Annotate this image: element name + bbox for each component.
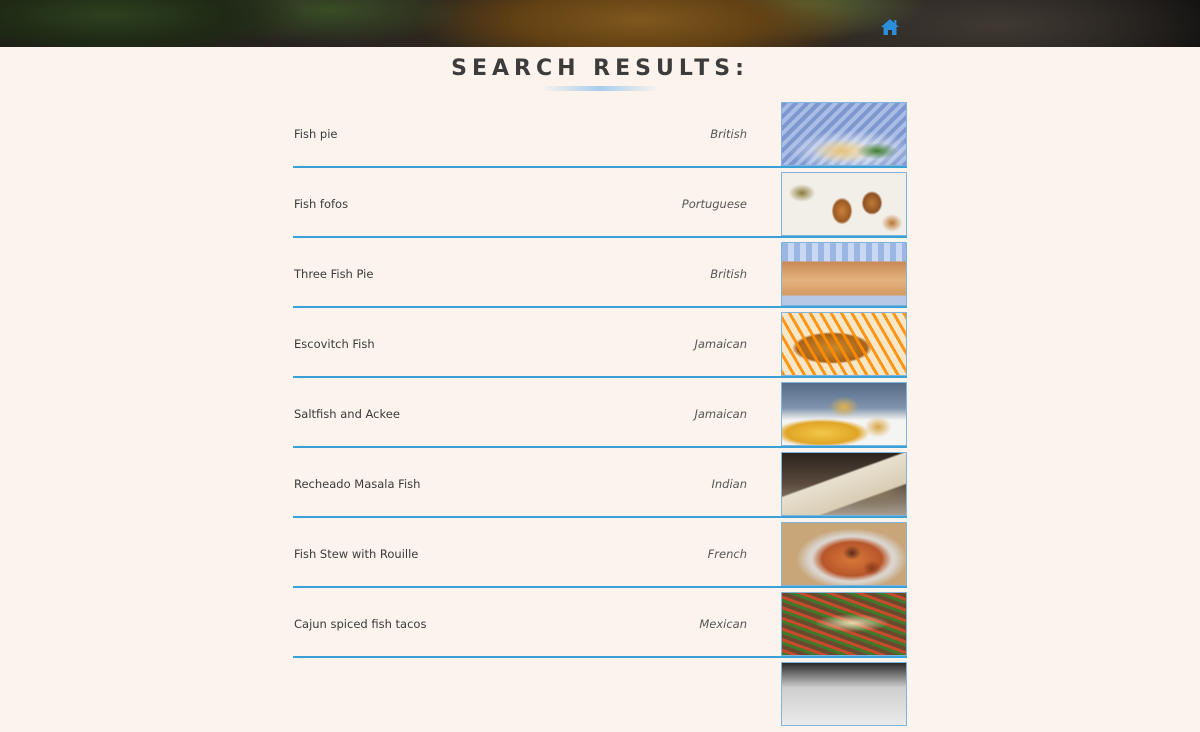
result-item[interactable]: Cajun spiced fish tacos Mexican	[293, 592, 907, 662]
recipe-thumbnail[interactable]	[781, 242, 907, 306]
search-results-list: Fish pie British Fish fofos Portuguese T…	[293, 102, 907, 732]
title-underline	[540, 86, 660, 91]
result-item[interactable]: Recheado Masala Fish Indian	[293, 452, 907, 522]
recipe-cuisine: Indian	[711, 477, 747, 491]
recipe-thumbnail[interactable]	[781, 452, 907, 516]
recipe-name[interactable]: Saltfish and Ackee	[294, 407, 400, 421]
recipe-thumbnail[interactable]	[781, 172, 907, 236]
recipe-thumbnail[interactable]	[781, 102, 907, 166]
recipe-thumbnail[interactable]	[781, 522, 907, 586]
recipe-thumbnail[interactable]	[781, 592, 907, 656]
recipe-name[interactable]: Cajun spiced fish tacos	[294, 617, 426, 631]
header-banner	[0, 0, 1200, 47]
result-item[interactable]: Fish pie British	[293, 102, 907, 172]
recipe-name[interactable]: Escovitch Fish	[294, 337, 375, 351]
result-item[interactable]: Fish fofos Portuguese	[293, 172, 907, 242]
home-icon[interactable]	[880, 18, 900, 36]
recipe-cuisine: Jamaican	[694, 407, 747, 421]
result-item[interactable]: Three Fish Pie British	[293, 242, 907, 312]
recipe-cuisine: Mexican	[699, 617, 747, 631]
recipe-cuisine: British	[710, 267, 747, 281]
recipe-cuisine: Jamaican	[694, 337, 747, 351]
recipe-cuisine: British	[710, 127, 747, 141]
recipe-name[interactable]: Fish pie	[294, 127, 337, 141]
result-item[interactable]: Fish Stew with Rouille French	[293, 522, 907, 592]
recipe-thumbnail[interactable]	[781, 382, 907, 446]
result-item[interactable]: Escovitch Fish Jamaican	[293, 312, 907, 382]
result-item[interactable]: Saltfish and Ackee Jamaican	[293, 382, 907, 452]
recipe-thumbnail[interactable]	[781, 662, 907, 726]
recipe-thumbnail[interactable]	[781, 312, 907, 376]
recipe-name[interactable]: Three Fish Pie	[294, 267, 373, 281]
recipe-cuisine: French	[707, 547, 747, 561]
recipe-name[interactable]: Fish fofos	[294, 197, 348, 211]
page-title: SEARCH RESULTS:	[451, 56, 749, 81]
recipe-cuisine: Portuguese	[681, 197, 747, 211]
result-item[interactable]	[293, 662, 907, 732]
recipe-name[interactable]: Fish Stew with Rouille	[294, 547, 418, 561]
recipe-name[interactable]: Recheado Masala Fish	[294, 477, 420, 491]
